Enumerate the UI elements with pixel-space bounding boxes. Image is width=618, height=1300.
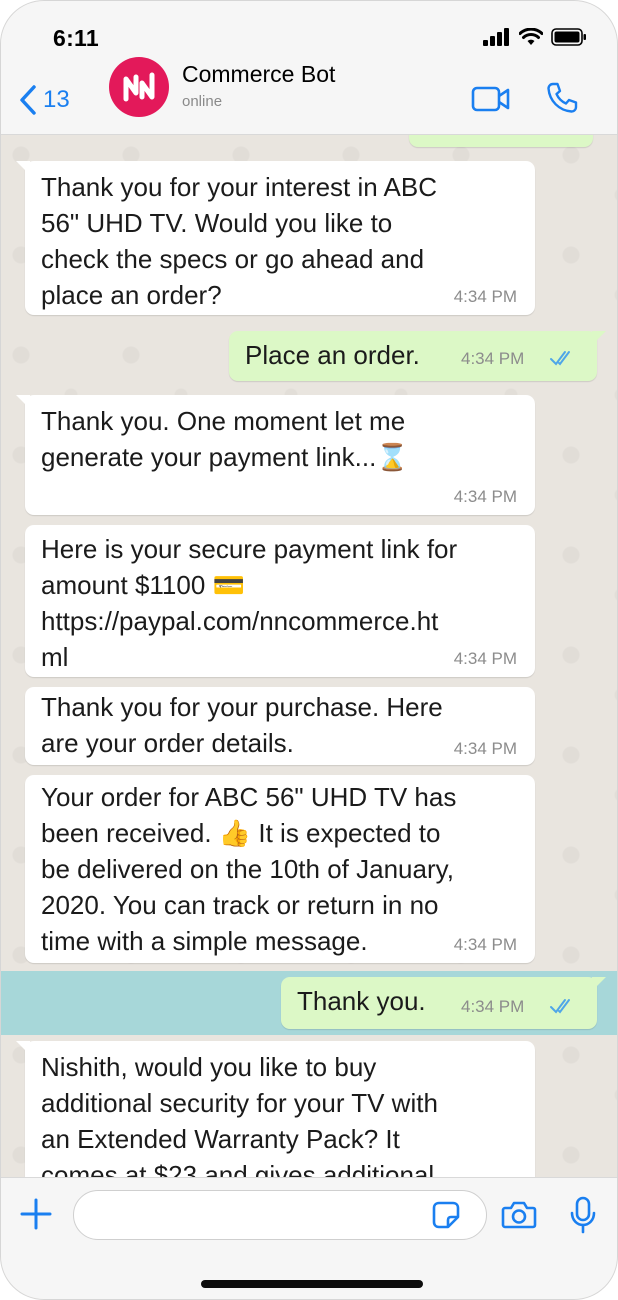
commerce-bot-logo: [123, 72, 155, 102]
message-time: 4:34 PM: [453, 649, 517, 668]
chevron-left-icon: [20, 85, 36, 115]
contact-name: Commerce Bot: [182, 61, 336, 87]
chat-header: 13 Commerce Bot online: [1, 57, 617, 135]
message-input[interactable]: [73, 1190, 487, 1240]
message-text: Thank you. One moment let me generate yo…: [41, 406, 409, 472]
plus-icon: [20, 1198, 52, 1230]
message-time: 4:34 PM: [461, 997, 525, 1016]
video-camera-icon: [471, 86, 510, 112]
bubble-tail: [16, 161, 30, 175]
bubble-tail: [592, 977, 606, 991]
message-time: 4:34 PM: [461, 349, 525, 368]
message-text: Thank you for your interest in ABC 56" U…: [41, 172, 437, 310]
previous-message-bubble: [409, 135, 593, 147]
battery-icon: [551, 28, 586, 46]
signal-icon: [483, 28, 509, 46]
contact-info[interactable]: Commerce Bot online: [182, 61, 335, 110]
chat-area[interactable]: Thank you for your interest in ABC 56" U…: [1, 135, 617, 1177]
message-bubble-incoming[interactable]: Thank you. One moment let me generate yo…: [16, 395, 535, 515]
camera-button[interactable]: [501, 1200, 537, 1235]
message-bubble-incoming[interactable]: Nishith, would you like to buy additiona…: [16, 1041, 535, 1177]
status-bar: 6:11: [1, 1, 617, 57]
message-text: Here is your secure payment link for amo…: [41, 534, 458, 672]
back-button[interactable]: 13: [19, 85, 70, 115]
bubble-tail: [16, 1041, 30, 1055]
message-bubble-incoming[interactable]: Thank you for your purchase. Here are yo…: [25, 687, 535, 765]
message-time: 4:34 PM: [453, 739, 517, 758]
bubble-tail: [592, 331, 606, 345]
home-indicator[interactable]: [201, 1280, 423, 1288]
phone-icon: [547, 82, 578, 113]
message-bubble-outgoing[interactable]: Thank you. 4:34 PM: [281, 977, 606, 1029]
sticker-button[interactable]: [431, 1200, 461, 1235]
message-bubble-incoming[interactable]: Your order for ABC 56" UHD TV has been r…: [25, 775, 535, 963]
message-text: Nishith, would you like to buy additiona…: [41, 1052, 438, 1177]
camera-icon: [501, 1201, 537, 1229]
message-bubble-incoming[interactable]: Thank you for your interest in ABC 56" U…: [16, 161, 535, 315]
message-time: 4:34 PM: [453, 935, 517, 954]
video-call-button[interactable]: [471, 85, 511, 118]
message-bubble-incoming[interactable]: Here is your secure payment link for amo…: [25, 525, 535, 677]
message-time: 4:34 PM: [453, 487, 517, 506]
double-check-icon: [550, 351, 570, 366]
message-text: Your order for ABC 56" UHD TV has been r…: [41, 782, 457, 956]
phone-screen: 6:11 13 Commerce Bot online Thank you fo…: [0, 0, 618, 1300]
status-icons: [483, 28, 587, 46]
sticker-icon: [432, 1201, 460, 1229]
avatar[interactable]: [109, 57, 169, 117]
message-text: Thank you.: [297, 986, 426, 1016]
status-time: 6:11: [53, 25, 99, 51]
message-bubble-outgoing[interactable]: Place an order. 4:34 PM: [229, 331, 606, 381]
microphone-icon: [570, 1196, 596, 1234]
voice-call-button[interactable]: [545, 81, 579, 120]
wifi-icon: [519, 28, 543, 45]
attach-button[interactable]: [19, 1197, 53, 1236]
contact-status: online: [182, 93, 223, 110]
message-text: Place an order.: [245, 340, 420, 370]
compose-bar: [1, 1177, 617, 1299]
unread-count: 13: [43, 86, 70, 113]
double-check-icon: [550, 999, 570, 1014]
microphone-button[interactable]: [569, 1196, 597, 1239]
message-time: 4:34 PM: [453, 287, 517, 306]
bubble-tail: [16, 395, 30, 409]
message-text: Thank you for your purchase. Here are yo…: [41, 692, 443, 758]
